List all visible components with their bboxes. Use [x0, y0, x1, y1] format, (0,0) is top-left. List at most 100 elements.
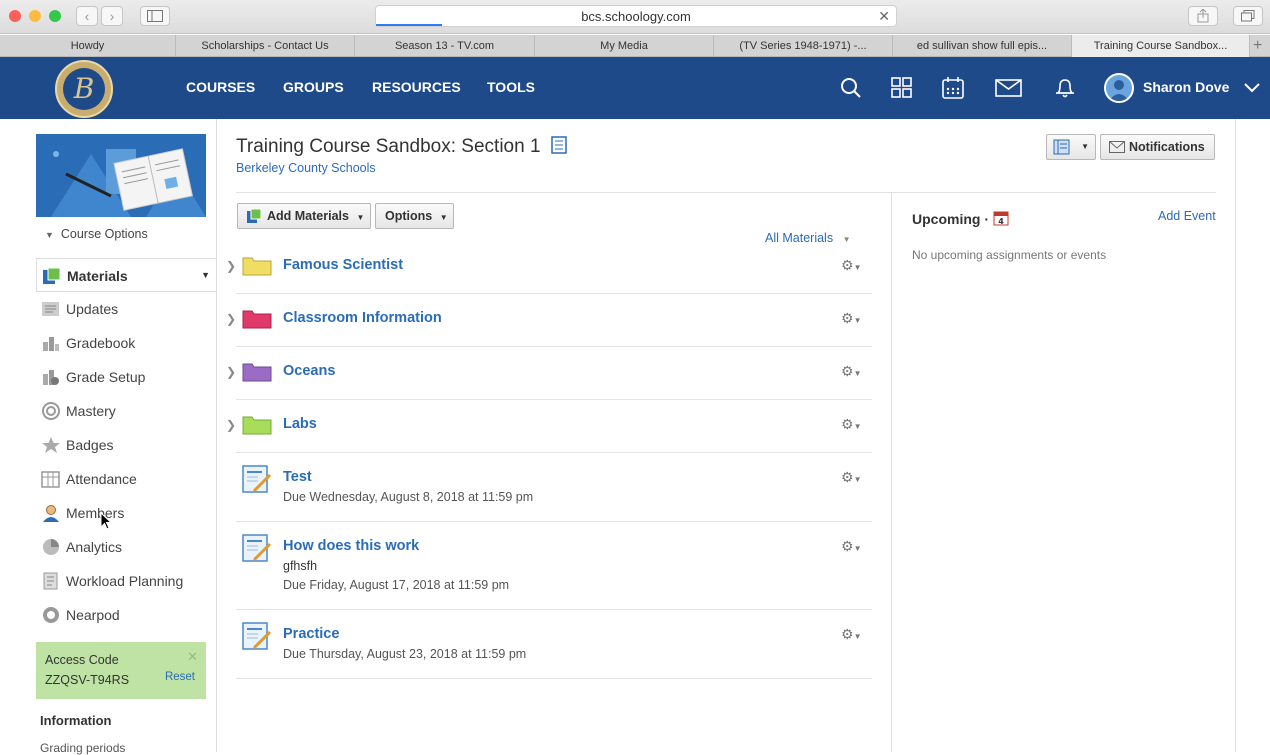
- gear-icon[interactable]: ⚙▼: [841, 257, 861, 274]
- messages-icon[interactable]: [995, 77, 1023, 99]
- browser-tab[interactable]: Howdy: [0, 35, 176, 57]
- assignment-row[interactable]: Practice Due Thursday, August 23, 2018 a…: [236, 610, 872, 679]
- close-window-button[interactable]: [9, 10, 21, 22]
- sidebar-item-badges[interactable]: Badges: [36, 428, 216, 462]
- nav-tools[interactable]: TOOLS: [487, 79, 535, 95]
- gear-icon[interactable]: ⚙▼: [841, 626, 861, 643]
- minimize-window-button[interactable]: [29, 10, 41, 22]
- sidebar-item-attendance[interactable]: Attendance: [36, 462, 216, 496]
- folder-row[interactable]: ❯ Famous Scientist ⚙▼: [226, 241, 872, 294]
- assignment-icon: [242, 622, 272, 650]
- gear-icon[interactable]: ⚙▼: [841, 416, 861, 433]
- tab-overview-button[interactable]: [1233, 6, 1263, 26]
- address-bar[interactable]: bcs.schoology.com ✕: [375, 5, 897, 27]
- browser-tab[interactable]: My Media: [535, 35, 714, 57]
- grade-setup-icon: [43, 370, 59, 385]
- sidebar-item-mastery[interactable]: Mastery: [36, 394, 216, 428]
- gear-icon[interactable]: ⚙▼: [841, 469, 861, 486]
- add-event-link[interactable]: Add Event: [1158, 209, 1216, 223]
- grading-periods-label: Grading periods: [40, 741, 126, 755]
- caret-down-icon: ▼: [1081, 142, 1089, 151]
- folder-row[interactable]: ❯ Classroom Information ⚙▼: [226, 294, 872, 347]
- nav-courses[interactable]: COURSES: [186, 79, 255, 95]
- assignment-row[interactable]: How does this work gfhsfh Due Friday, Au…: [236, 522, 872, 610]
- options-button[interactable]: Options ▼: [375, 203, 454, 229]
- nav-groups[interactable]: GROUPS: [283, 79, 344, 95]
- back-button[interactable]: ‹: [76, 6, 98, 26]
- browser-tab[interactable]: (TV Series 1948-1971) -...: [714, 35, 893, 57]
- course-book-icon: [1053, 139, 1070, 155]
- gear-icon[interactable]: ⚙▼: [841, 310, 861, 327]
- folder-row[interactable]: ❯ Oceans ⚙▼: [226, 347, 872, 400]
- nav-resources[interactable]: RESOURCES: [372, 79, 461, 95]
- material-title[interactable]: Classroom Information: [283, 310, 442, 326]
- browser-tab[interactable]: ed sullivan show full epis...: [893, 35, 1072, 57]
- chevron-right-icon[interactable]: ❯: [226, 418, 236, 432]
- district-logo[interactable]: B: [55, 60, 113, 118]
- school-link[interactable]: Berkeley County Schools: [236, 161, 376, 175]
- assignment-row[interactable]: Test Due Wednesday, August 8, 2018 at 11…: [236, 453, 872, 522]
- material-title[interactable]: Test: [283, 469, 312, 485]
- chevron-right-icon[interactable]: ❯: [226, 259, 236, 273]
- workload-icon: [43, 572, 58, 590]
- user-name[interactable]: Sharon Dove: [1143, 79, 1229, 95]
- calendar-icon[interactable]: 4: [993, 210, 1009, 226]
- add-materials-button[interactable]: Add Materials ▼: [237, 203, 371, 229]
- badges-icon: [42, 437, 60, 453]
- material-title[interactable]: How does this work: [283, 538, 419, 554]
- header-divider: [236, 192, 1216, 193]
- browser-tab-active[interactable]: Training Course Sandbox...: [1072, 35, 1250, 57]
- chevron-right-icon[interactable]: ❯: [226, 365, 236, 379]
- mastery-icon: [42, 402, 60, 420]
- course-view-dropdown[interactable]: ▼: [1046, 134, 1096, 160]
- due-date: Due Friday, August 17, 2018 at 11:59 pm: [283, 578, 510, 592]
- gear-icon[interactable]: ⚙▼: [841, 538, 861, 555]
- url-text: bcs.schoology.com: [581, 9, 691, 24]
- close-icon[interactable]: ✕: [187, 649, 198, 665]
- search-icon[interactable]: [840, 77, 862, 99]
- caret-down-icon: ▼: [45, 230, 54, 240]
- material-title[interactable]: Oceans: [283, 363, 335, 379]
- sidebar-item-analytics[interactable]: Analytics: [36, 530, 216, 564]
- sidebar-toggle-button[interactable]: [140, 6, 170, 26]
- stop-loading-icon[interactable]: ✕: [878, 6, 890, 27]
- sidebar-item-updates[interactable]: Updates: [36, 292, 216, 326]
- course-banner-image: [36, 134, 206, 217]
- due-date: Due Wednesday, August 8, 2018 at 11:59 p…: [283, 490, 534, 504]
- sidebar-item-members[interactable]: Members: [36, 496, 216, 530]
- browser-tab[interactable]: Scholarships - Contact Us: [176, 35, 355, 57]
- sidebar-item-workload-planning[interactable]: Workload Planning: [36, 564, 216, 598]
- gradebook-icon: [43, 337, 59, 351]
- course-options-toggle[interactable]: ▼ Course Options: [45, 227, 148, 241]
- folder-shape: [242, 416, 272, 435]
- chevron-down-icon[interactable]: [1244, 83, 1260, 93]
- notifications-bell-icon[interactable]: [1054, 77, 1076, 99]
- browser-tab-bar: Howdy Scholarships - Contact Us Season 1…: [0, 35, 1270, 57]
- material-title[interactable]: Practice: [283, 626, 339, 642]
- folder-row[interactable]: ❯ Labs ⚙▼: [226, 400, 872, 453]
- no-upcoming-message: No upcoming assignments or events: [912, 248, 1107, 262]
- apps-grid-icon[interactable]: [891, 77, 913, 99]
- access-code-label: Access Code: [45, 653, 119, 667]
- notifications-button[interactable]: Notifications: [1100, 134, 1215, 160]
- reset-access-code-link[interactable]: Reset: [165, 671, 195, 683]
- new-tab-icon[interactable]: +: [1253, 35, 1262, 57]
- material-title[interactable]: Labs: [283, 416, 317, 432]
- material-title[interactable]: Famous Scientist: [283, 257, 403, 273]
- forward-button[interactable]: ›: [101, 6, 123, 26]
- sidebar-item-grade-setup[interactable]: Grade Setup: [36, 360, 216, 394]
- calendar-icon[interactable]: [942, 77, 964, 99]
- share-button[interactable]: [1188, 6, 1218, 26]
- chevron-right-icon[interactable]: ❯: [226, 312, 236, 326]
- user-avatar[interactable]: [1104, 73, 1134, 103]
- caret-down-icon: ▼: [201, 270, 210, 280]
- sidebar-item-gradebook[interactable]: Gradebook: [36, 326, 216, 360]
- svg-text:4: 4: [998, 217, 1004, 226]
- course-info-icon[interactable]: [550, 136, 568, 154]
- gear-icon[interactable]: ⚙▼: [841, 363, 861, 380]
- sidebar-item-nearpod[interactable]: Nearpod: [36, 598, 216, 632]
- sidebar-item-materials[interactable]: Materials ▼: [36, 258, 216, 292]
- zoom-window-button[interactable]: [49, 10, 61, 22]
- browser-tab[interactable]: Season 13 - TV.com: [355, 35, 535, 57]
- folder-shape: [242, 310, 272, 329]
